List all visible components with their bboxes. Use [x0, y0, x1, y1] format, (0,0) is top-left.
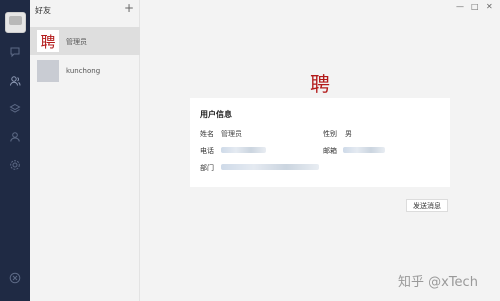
dept-label: 部门 [200, 164, 214, 172]
settings-icon[interactable] [8, 158, 22, 172]
phone-label: 电话 [200, 147, 214, 155]
layers-icon[interactable] [8, 102, 22, 116]
contact-item-kunchong[interactable]: kunchong [30, 57, 140, 85]
contact-name: kunchong [66, 67, 101, 75]
my-avatar[interactable] [5, 12, 26, 33]
user-info-card: 用户信息 姓名 管理员 性别 男 电话 邮箱 部门 [190, 98, 450, 187]
friends-title: 好友 [35, 6, 51, 15]
email-label: 邮箱 [323, 147, 337, 155]
send-message-button[interactable]: 发送消息 [406, 199, 448, 212]
gender-value: 男 [345, 130, 352, 138]
card-title: 用户信息 [200, 110, 232, 119]
profile-logo: 聘 [310, 72, 330, 96]
dept-value-redacted [221, 164, 319, 170]
chat-icon[interactable] [8, 45, 22, 59]
contact-item-admin[interactable]: 聘 管理员 [30, 27, 140, 55]
left-rail [0, 0, 30, 301]
name-value: 管理员 [221, 130, 242, 138]
friends-header: 好友 + [30, 0, 140, 20]
add-friend-button[interactable]: + [124, 1, 134, 15]
contact-name: 管理员 [66, 38, 87, 46]
close-button[interactable]: ✕ [486, 2, 493, 11]
phone-value-redacted [221, 147, 266, 153]
gender-label: 性别 [323, 130, 337, 138]
email-value-redacted [343, 147, 385, 153]
contact-avatar-logo: 聘 [37, 30, 59, 52]
maximize-button[interactable]: □ [471, 2, 479, 11]
watermark: 知乎 @xTech [398, 275, 478, 290]
contact-avatar [37, 60, 59, 82]
close-circle-icon[interactable] [8, 271, 22, 285]
contacts-icon[interactable] [8, 74, 22, 88]
friends-panel: 好友 + 聘 管理员 kunchong [30, 0, 140, 301]
name-label: 姓名 [200, 130, 214, 138]
minimize-button[interactable]: — [456, 2, 464, 11]
user-icon[interactable] [8, 130, 22, 144]
